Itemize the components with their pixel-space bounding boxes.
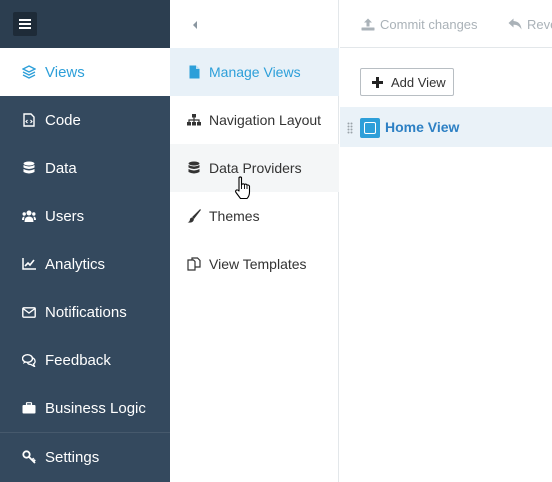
sidebar-item-label: Users <box>45 207 85 225</box>
upload-icon <box>361 17 375 31</box>
submenu-item-data-providers[interactable]: Data Providers <box>170 144 339 192</box>
comments-icon <box>22 353 36 367</box>
view-square-icon <box>360 118 380 138</box>
view-label: Home View <box>385 119 460 135</box>
sidebar-item-label: Data <box>45 159 77 177</box>
sidebar-header <box>0 0 170 48</box>
add-view-button[interactable]: Add View <box>360 68 454 96</box>
submenu-item-navigation-layout[interactable]: Navigation Layout <box>170 96 339 144</box>
copy-icon <box>187 257 201 271</box>
submenu-item-label: Manage Views <box>209 64 301 80</box>
sidebar-item-feedback[interactable]: Feedback <box>0 336 170 384</box>
submenu-item-label: Navigation Layout <box>209 112 322 128</box>
sidebar-item-settings[interactable]: Settings <box>0 433 170 481</box>
database-icon <box>22 161 36 175</box>
layers-icon <box>22 65 36 79</box>
sidebar-item-views[interactable]: Views <box>0 48 170 96</box>
toolbar: Commit changes Reve <box>340 0 552 48</box>
sidebar-item-notifications[interactable]: Notifications <box>0 288 170 336</box>
revert-label: Reve <box>527 16 552 32</box>
sidebar-item-label: Views <box>45 63 85 81</box>
add-view-label: Add View <box>391 74 446 90</box>
submenu-item-themes[interactable]: Themes <box>170 192 339 240</box>
line-chart-icon <box>22 257 36 271</box>
database-icon <box>187 161 201 175</box>
submenu-item-label: Data Providers <box>209 160 302 176</box>
commit-changes-label: Commit changes <box>380 16 478 32</box>
sidebar-item-label: Code <box>45 111 81 129</box>
views-submenu: Manage Views Navigation Layout Data Prov… <box>170 0 339 482</box>
view-row-home[interactable]: Home View <box>340 107 552 147</box>
sidebar-item-analytics[interactable]: Analytics <box>0 240 170 288</box>
sidebar-item-label: Settings <box>45 448 100 466</box>
views-content: Commit changes Reve Add View Home View <box>340 0 552 482</box>
sidebar-item-label: Business Logic <box>45 399 146 417</box>
sidebar-item-business-logic[interactable]: Business Logic <box>0 384 170 432</box>
revert-button[interactable]: Reve <box>508 0 552 48</box>
drag-handle-icon[interactable] <box>347 121 353 134</box>
sidebar-item-label: Notifications <box>45 303 127 321</box>
submenu-item-manage-views[interactable]: Manage Views <box>170 48 339 96</box>
paint-brush-icon <box>187 209 201 223</box>
submenu-item-label: Themes <box>209 208 260 224</box>
hamburger-icon[interactable] <box>13 12 37 36</box>
reply-icon <box>508 17 522 31</box>
code-file-icon <box>22 113 36 127</box>
sidebar-item-label: Analytics <box>45 255 106 273</box>
file-icon <box>187 65 201 79</box>
key-icon <box>22 450 36 464</box>
submenu-item-label: View Templates <box>209 256 307 272</box>
commit-changes-button[interactable]: Commit changes <box>361 0 478 48</box>
caret-left-icon[interactable] <box>190 18 200 30</box>
sidebar-item-users[interactable]: Users <box>0 192 170 240</box>
envelope-icon <box>22 305 36 319</box>
sitemap-icon <box>187 113 201 127</box>
briefcase-icon <box>22 401 36 415</box>
plus-icon <box>372 76 384 88</box>
users-icon <box>22 209 36 223</box>
main-sidebar: Views Code Data Users Analytics Notifica… <box>0 0 170 482</box>
sidebar-item-label: Feedback <box>45 351 111 369</box>
sidebar-item-data[interactable]: Data <box>0 144 170 192</box>
submenu-item-view-templates[interactable]: View Templates <box>170 240 339 288</box>
sidebar-item-code[interactable]: Code <box>0 96 170 144</box>
